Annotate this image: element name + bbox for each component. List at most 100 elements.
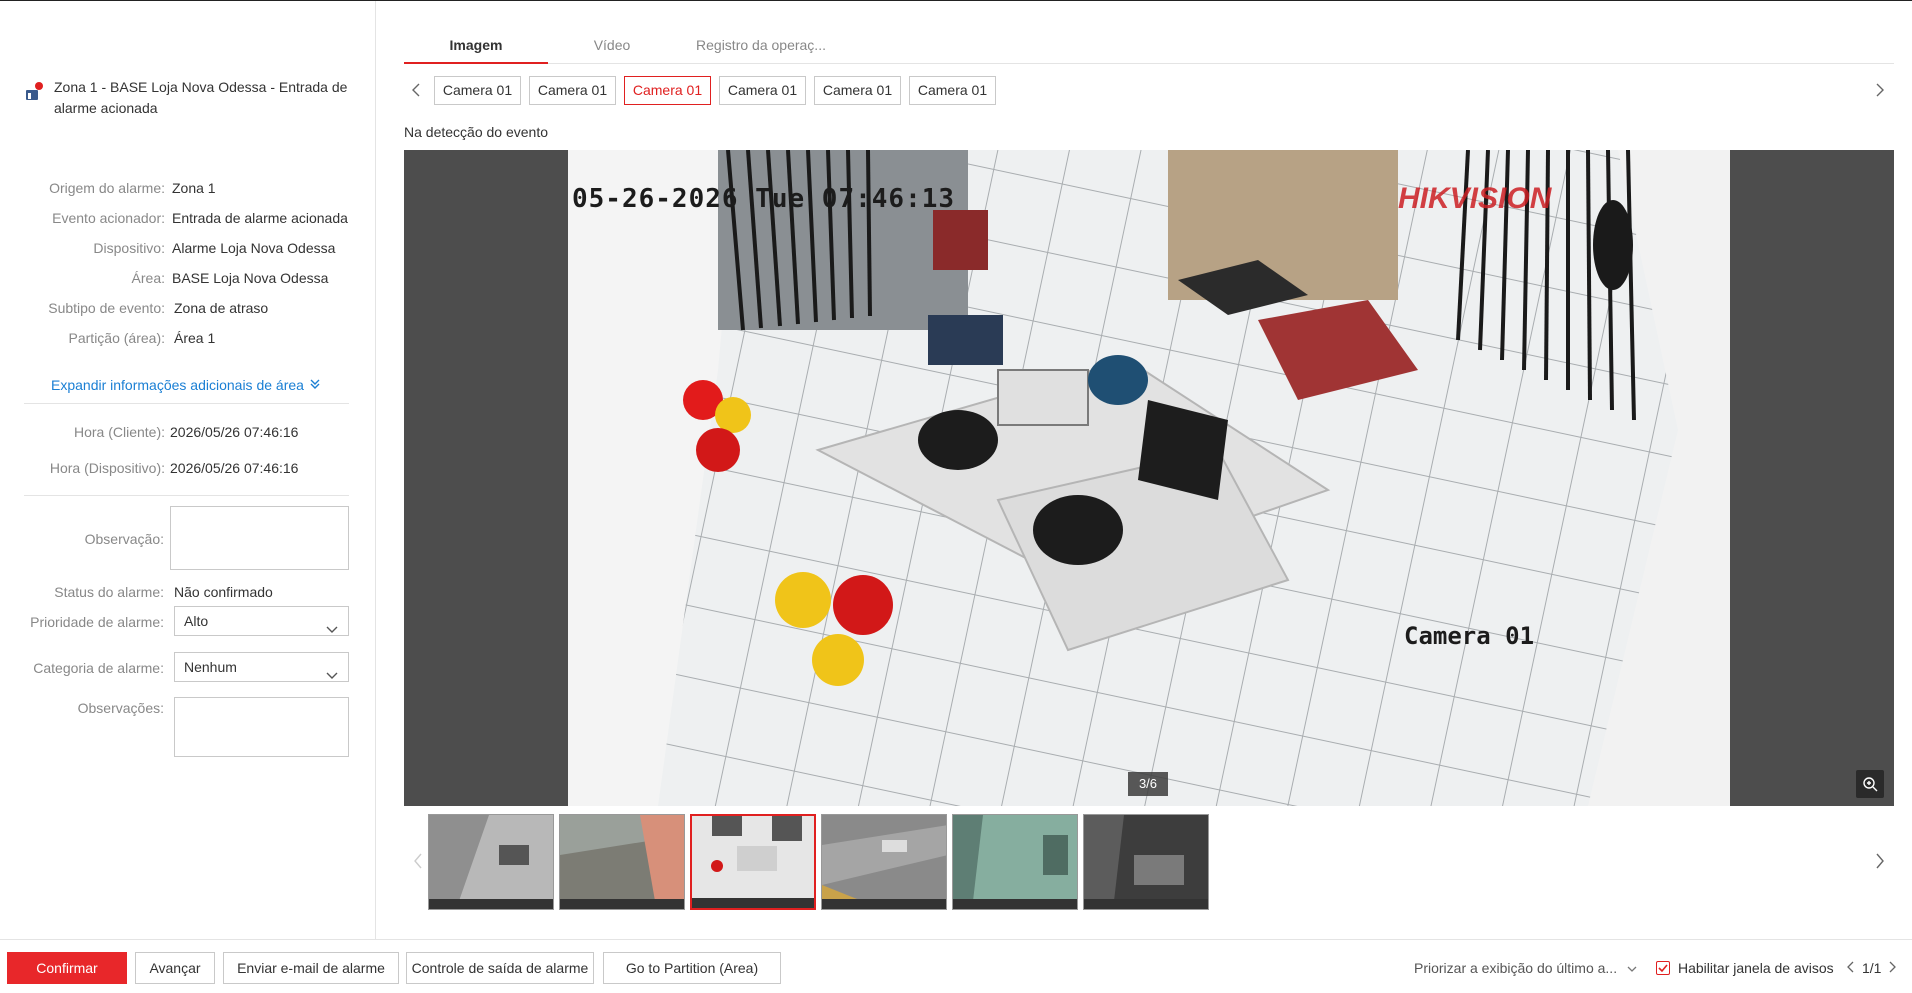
category-label: Categoria de alarme: xyxy=(33,660,164,676)
partition-details-button[interactable]: Go to Partition (Area) Details xyxy=(603,952,781,993)
alarm-siren-icon xyxy=(24,81,46,103)
thumbnail-bar xyxy=(429,899,553,909)
osd-brand-watermark: HIKVISION xyxy=(1398,182,1552,215)
time-label: Hora (Cliente): xyxy=(73,424,165,440)
thumbnail-strip xyxy=(404,814,1894,910)
chevron-left-icon[interactable] xyxy=(412,852,424,873)
chevron-down-icon xyxy=(326,616,338,644)
camera-snapshot: 05-26-2026 Tue 07:46:13 HIKVISION Camera… xyxy=(568,150,1730,806)
thumbnail-selected[interactable] xyxy=(690,814,816,910)
time-value: 2026/05/26 07:46:16 xyxy=(170,460,299,476)
enable-popup-checkbox[interactable] xyxy=(1656,961,1670,975)
prioritize-latest-dropdown[interactable]: Priorizar a exibição do último a... xyxy=(1414,960,1637,976)
time-row-client: Hora (Cliente): 2026/05/26 07:46:16 xyxy=(0,422,376,442)
chevron-left-icon[interactable] xyxy=(410,82,422,101)
detail-value: Zona de atraso xyxy=(174,300,269,316)
tab-operation-log[interactable]: Registro da operaç... xyxy=(676,26,846,64)
tab-label: Vídeo xyxy=(593,37,631,53)
chevron-right-icon[interactable] xyxy=(1874,852,1886,873)
thumbnail[interactable] xyxy=(821,814,947,910)
thumbnail[interactable] xyxy=(428,814,554,910)
camera-button[interactable]: Camera 01 xyxy=(529,76,616,105)
detail-value: BASE Loja Nova Odessa xyxy=(172,270,329,286)
time-value: 2026/05/26 07:46:16 xyxy=(170,424,299,440)
media-tabs: Imagem Vídeo Registro da operaç... xyxy=(404,26,1894,64)
observation-textarea[interactable] xyxy=(170,506,349,570)
observation-label: Observação: xyxy=(84,531,164,547)
alarm-output-control-button[interactable]: Controle de saída de alarme xyxy=(406,952,594,984)
camera-button[interactable]: Camera 01 xyxy=(434,76,521,105)
enable-popup-label: Habilitar janela de avisos xyxy=(1678,960,1834,976)
confirm-button[interactable]: Confirmar xyxy=(7,952,127,984)
tab-label: Imagem xyxy=(449,37,503,53)
thumbnail-bar xyxy=(822,899,946,909)
thumbnail[interactable] xyxy=(1083,814,1209,910)
time-label: Hora (Dispositivo): xyxy=(49,460,165,476)
thumbnail[interactable] xyxy=(952,814,1078,910)
image-counter: 3/6 xyxy=(1128,772,1168,796)
time-row-device: Hora (Dispositivo): 2026/05/26 07:46:16 xyxy=(0,458,376,478)
detail-row-subtype: Subtipo de evento: Zona de atraso xyxy=(0,298,376,318)
footer-toolbar: Confirmar Avançar Enviar e-mail de alarm… xyxy=(0,939,1912,993)
thumbnail-bar xyxy=(1084,899,1208,909)
priority-value: Alto xyxy=(184,613,209,629)
zoom-in-icon xyxy=(1862,776,1878,795)
camera-button[interactable]: Camera 01 xyxy=(814,76,901,105)
zoom-in-button[interactable] xyxy=(1856,770,1884,798)
advance-button[interactable]: Avançar xyxy=(135,952,215,984)
camera-button[interactable]: Camera 01 xyxy=(909,76,996,105)
detail-value: Área 1 xyxy=(174,330,216,346)
tab-image[interactable]: Imagem xyxy=(404,26,548,64)
chevron-down-icon xyxy=(326,662,338,690)
chevron-right-icon[interactable] xyxy=(1888,960,1898,977)
snapshot-scene xyxy=(568,150,1730,806)
thumbnail-bar xyxy=(560,899,684,909)
detail-value: Alarme Loja Nova Odessa xyxy=(172,240,336,256)
detail-value: Zona 1 xyxy=(172,180,216,196)
divider xyxy=(24,495,349,496)
detail-row-device: Dispositivo: Alarme Loja Nova Odessa xyxy=(0,238,376,258)
thumbnail[interactable] xyxy=(559,814,685,910)
tab-video[interactable]: Vídeo xyxy=(548,26,676,64)
priority-select[interactable]: Alto xyxy=(174,606,349,636)
detail-label: Evento acionador: xyxy=(52,210,165,226)
detail-label: Área: xyxy=(131,270,165,286)
expand-label: Expandir informações adicionais de área xyxy=(51,377,304,393)
chevron-down-icon xyxy=(1627,960,1637,976)
thumbnail-bar xyxy=(692,898,814,908)
expand-area-info-link[interactable]: Expandir informações adicionais de área xyxy=(51,377,321,393)
prioritize-label: Priorizar a exibição do último a... xyxy=(1414,960,1618,976)
detail-row-partition: Partição (área): Área 1 xyxy=(0,328,376,348)
alarm-details-panel: Zona 1 - BASE Loja Nova Odessa - Entrada… xyxy=(0,1,376,939)
notes-textarea[interactable] xyxy=(174,697,349,757)
detail-label: Dispositivo: xyxy=(93,240,165,256)
alarm-header: Zona 1 - BASE Loja Nova Odessa - Entrada… xyxy=(24,77,354,119)
chevron-right-icon[interactable] xyxy=(1874,82,1886,101)
detail-row-area: Área: BASE Loja Nova Odessa xyxy=(0,268,376,288)
priority-label: Prioridade de alarme: xyxy=(30,614,164,630)
send-email-button[interactable]: Enviar e-mail de alarme xyxy=(223,952,399,984)
camera-button-selected[interactable]: Camera 01 xyxy=(624,76,711,105)
image-viewer[interactable]: 05-26-2026 Tue 07:46:13 HIKVISION Camera… xyxy=(404,150,1894,806)
detail-value: Entrada de alarme acionada xyxy=(172,210,348,226)
alarm-title: Zona 1 - BASE Loja Nova Odessa - Entrada… xyxy=(54,79,348,116)
tab-label: Registro da operaç... xyxy=(696,37,826,53)
detail-row-origin: Origem do alarme: Zona 1 xyxy=(0,178,376,198)
camera-button[interactable]: Camera 01 xyxy=(719,76,806,105)
chevron-left-icon[interactable] xyxy=(1845,960,1855,977)
notes-label: Observações: xyxy=(77,700,164,716)
camera-selector: Camera 01 Camera 01 Camera 01 Camera 01 … xyxy=(404,76,1894,106)
osd-timestamp: 05-26-2026 Tue 07:46:13 xyxy=(572,184,956,214)
status-label: Status do alarme: xyxy=(54,584,164,600)
category-select[interactable]: Nenhum xyxy=(174,652,349,682)
thumbnail-bar xyxy=(953,899,1077,909)
status-value: Não confirmado xyxy=(174,584,273,600)
detail-row-trigger: Evento acionador: Entrada de alarme acio… xyxy=(0,208,376,228)
detail-label: Partição (área): xyxy=(68,330,165,346)
event-moment-label: Na detecção do evento xyxy=(404,124,548,140)
osd-camera-name: Camera 01 xyxy=(1404,622,1535,650)
detail-label: Subtipo de evento: xyxy=(48,300,165,316)
detail-label: Origem do alarme: xyxy=(49,180,165,196)
category-value: Nenhum xyxy=(184,659,237,675)
divider xyxy=(24,403,349,404)
